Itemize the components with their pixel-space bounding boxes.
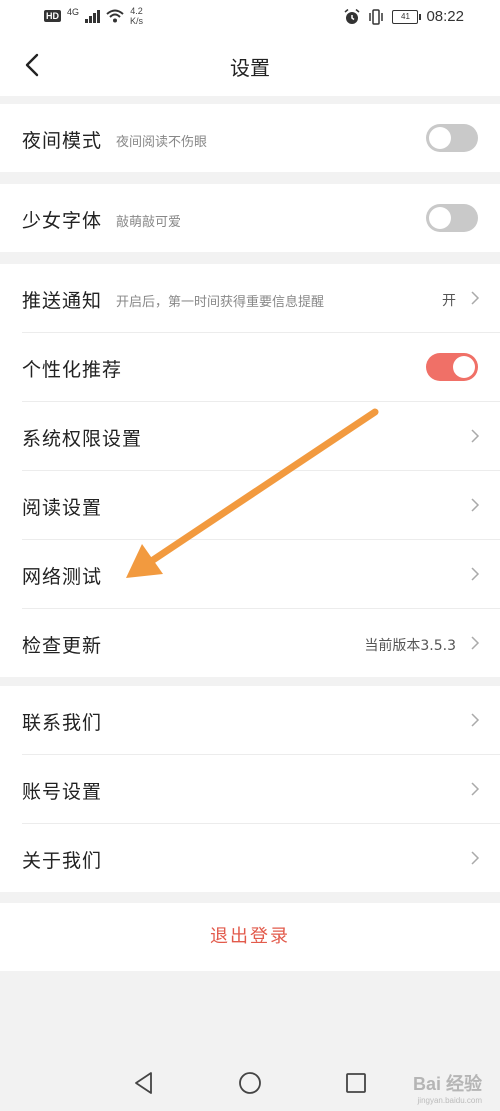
- night-mode-label: 夜间模式: [22, 130, 103, 152]
- push-status: 开: [442, 293, 456, 309]
- row-about-us[interactable]: 关于我们: [22, 824, 500, 892]
- chevron-right-icon: [471, 782, 480, 796]
- row-personalized[interactable]: 个性化推荐: [22, 333, 500, 402]
- row-girl-font[interactable]: 少女字体 敲萌敲可爱: [22, 184, 500, 252]
- version-text: 当前版本3.5.3: [364, 638, 456, 654]
- logout-button[interactable]: 退出登录: [0, 903, 500, 971]
- watermark-logo: Bai 经验: [412, 1074, 482, 1094]
- clock: 08:22: [426, 8, 464, 25]
- network-type: 4G: [67, 7, 80, 17]
- chevron-right-icon: [471, 291, 480, 305]
- chevron-right-icon: [471, 713, 480, 727]
- row-check-update[interactable]: 检查更新 当前版本3.5.3: [22, 609, 500, 677]
- chevron-right-icon: [471, 498, 480, 512]
- about-label: 关于我们: [22, 850, 103, 872]
- settings-group-font: 少女字体 敲萌敲可爱: [0, 184, 500, 252]
- signal-icon: [85, 9, 101, 23]
- watermark-url: jingyan.baidu.com: [417, 1096, 482, 1105]
- permissions-label: 系统权限设置: [22, 428, 143, 450]
- nav-recents-icon[interactable]: [343, 1070, 369, 1096]
- girl-font-toggle[interactable]: [426, 204, 478, 232]
- row-push-notification[interactable]: 推送通知 开启后，第一时间获得重要信息提醒 开: [22, 264, 500, 333]
- speed-unit: K/s: [130, 16, 144, 26]
- battery-icon: 41: [392, 9, 422, 24]
- chevron-right-icon: [471, 851, 480, 865]
- girl-font-subtitle: 敲萌敲可爱: [116, 215, 182, 230]
- account-label: 账号设置: [22, 781, 103, 803]
- settings-group-main: 推送通知 开启后，第一时间获得重要信息提醒 开 个性化推荐 系统权限设置 阅读设…: [0, 264, 500, 677]
- personalized-toggle[interactable]: [426, 353, 478, 381]
- toggle-knob: [453, 356, 475, 378]
- settings-group-night: 夜间模式 夜间阅读不伤眼: [0, 104, 500, 172]
- row-night-mode[interactable]: 夜间模式 夜间阅读不伤眼: [22, 104, 500, 172]
- hd-badge: HD: [44, 10, 61, 22]
- chevron-right-icon: [471, 567, 480, 581]
- speed-value: 4.2: [130, 6, 143, 16]
- wifi-icon: [106, 9, 124, 23]
- night-mode-toggle[interactable]: [426, 124, 478, 152]
- push-label: 推送通知: [22, 290, 103, 312]
- girl-font-label: 少女字体: [22, 210, 103, 232]
- status-left: HD 4G 4.2 K/s: [44, 6, 143, 26]
- toggle-knob: [429, 127, 451, 149]
- contact-label: 联系我们: [22, 712, 103, 734]
- row-permissions[interactable]: 系统权限设置: [22, 402, 500, 471]
- page-title: 设置: [230, 56, 270, 80]
- network-speed: 4.2 K/s: [130, 6, 143, 26]
- nav-back-icon[interactable]: [131, 1070, 157, 1096]
- settings-group-about: 联系我们 账号设置 关于我们: [0, 686, 500, 892]
- alarm-icon: [344, 8, 360, 24]
- night-mode-subtitle: 夜间阅读不伤眼: [116, 135, 208, 150]
- network-test-label: 网络测试: [22, 566, 103, 588]
- push-subtitle: 开启后，第一时间获得重要信息提醒: [116, 295, 325, 310]
- chevron-right-icon: [471, 636, 480, 650]
- row-reading-settings[interactable]: 阅读设置: [22, 471, 500, 540]
- row-network-test[interactable]: 网络测试: [22, 540, 500, 609]
- row-account-settings[interactable]: 账号设置: [22, 755, 500, 824]
- status-right: 41 08:22: [344, 8, 464, 25]
- vibrate-icon: [369, 8, 384, 25]
- chevron-right-icon: [471, 429, 480, 443]
- watermark: Bai 经验 jingyan.baidu.com: [413, 1070, 482, 1105]
- header: 设置: [0, 36, 500, 96]
- toggle-knob: [429, 207, 451, 229]
- row-contact-us[interactable]: 联系我们: [22, 686, 500, 755]
- check-update-label: 检查更新: [22, 635, 103, 657]
- nav-home-icon[interactable]: [237, 1070, 263, 1096]
- personalized-label: 个性化推荐: [22, 359, 123, 381]
- status-bar: HD 4G 4.2 K/s 41 08:22: [0, 0, 500, 36]
- battery-level: 41: [401, 11, 410, 21]
- reading-label: 阅读设置: [22, 497, 103, 519]
